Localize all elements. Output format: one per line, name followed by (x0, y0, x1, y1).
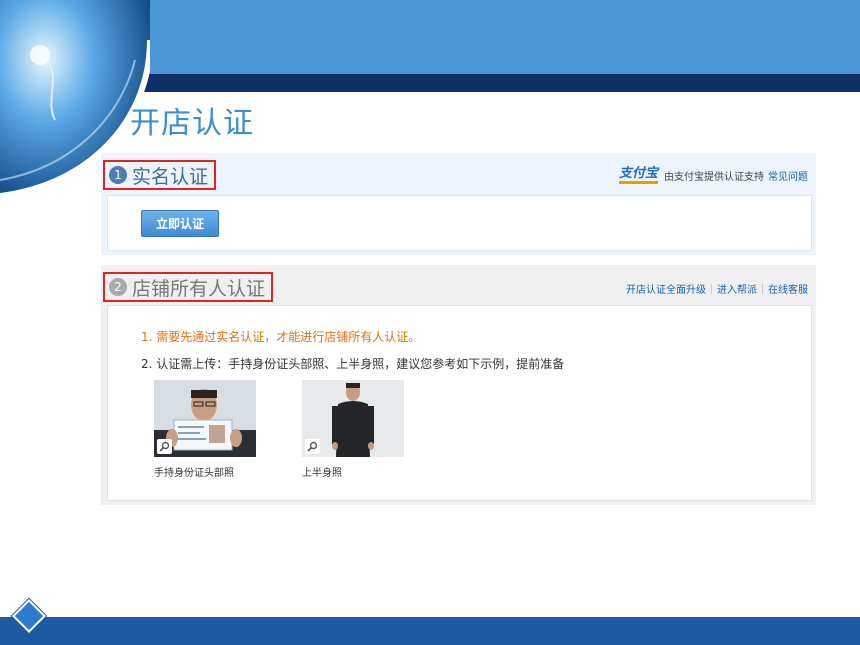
shop-owner-verification-panel: 2 店铺所有人认证 开店认证全面升级 进入帮派 在线客服 1. 需要先通过实名认… (101, 265, 816, 505)
panel-header: 1 实名认证 支付宝 由支付宝提供认证支持 常见问题 (101, 153, 816, 195)
step-2-highlight: 2 店铺所有人认证 (103, 272, 274, 302)
faq-link[interactable]: 常见问题 (768, 168, 808, 183)
bottom-banner (0, 617, 860, 645)
realname-verification-panel: 1 实名认证 支付宝 由支付宝提供认证支持 常见问题 立即认证 (101, 153, 816, 255)
provider-text: 由支付宝提供认证支持 (664, 172, 764, 183)
alipay-support: 支付宝 由支付宝提供认证支持 常见问题 (618, 167, 808, 184)
zoom-icon[interactable] (305, 439, 320, 454)
step-title: 店铺所有人认证 (132, 277, 266, 300)
step-number-badge: 2 (109, 278, 127, 296)
photo-caption: 手持身份证头部照 (154, 468, 234, 479)
online-service-link[interactable]: 在线客服 (768, 281, 808, 296)
requirement-note: 1. 需要先通过实名认证，才能进行店铺所有人认证。 (141, 330, 421, 344)
sample-photo-upper-body[interactable] (302, 380, 404, 457)
step-1-highlight: 1 实名认证 (103, 160, 217, 190)
photo-caption: 上半身照 (302, 468, 342, 479)
panel-header: 2 店铺所有人认证 开店认证全面升级 进入帮派 在线客服 (101, 265, 816, 307)
panel-body: 立即认证 (107, 195, 812, 251)
link-divider (711, 283, 712, 294)
verify-now-button[interactable]: 立即认证 (141, 210, 219, 237)
sample-photo-id-holding[interactable] (154, 380, 256, 457)
upgrade-info-link[interactable]: 开店认证全面升级 (626, 281, 706, 296)
upload-instructions: 2. 认证需上传：手持身份证头部照、上半身照，建议您参考如下示例，提前准备 (141, 357, 565, 371)
step-number-badge: 1 (109, 166, 127, 184)
step-title: 实名认证 (132, 165, 209, 188)
zoom-icon[interactable] (157, 439, 172, 454)
link-divider (762, 283, 763, 294)
alipay-logo: 支付宝 (618, 167, 658, 184)
slide-title: 开店认证 (130, 106, 254, 141)
help-links: 开店认证全面升级 进入帮派 在线客服 (626, 281, 808, 296)
join-group-link[interactable]: 进入帮派 (717, 281, 757, 296)
panel-body: 1. 需要先通过实名认证，才能进行店铺所有人认证。 2. 认证需上传：手持身份证… (107, 305, 812, 501)
